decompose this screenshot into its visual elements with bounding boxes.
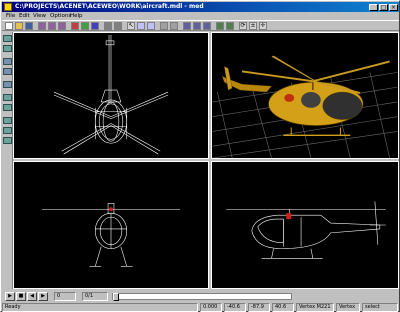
tool-icon-14[interactable] (193, 22, 201, 30)
play-icon[interactable]: ▶ (5, 292, 15, 301)
tool-icon-5[interactable] (81, 22, 89, 30)
app-icon[interactable] (4, 3, 12, 11)
palette-tool-4[interactable] (3, 68, 12, 75)
palette-tool-9[interactable] (3, 127, 12, 134)
left-tool-palette (2, 32, 13, 289)
step-back-icon[interactable]: ◀ (27, 292, 37, 301)
new-file-icon[interactable] (5, 22, 13, 30)
side-rotor-hub (286, 213, 292, 220)
maximize-button[interactable]: □ (379, 4, 388, 11)
side-viewport[interactable] (211, 161, 399, 289)
stop-icon[interactable]: ■ (16, 292, 26, 301)
tool-icon-9[interactable] (137, 22, 145, 30)
menu-bar: File Edit View Options Help (2, 12, 399, 20)
tool-icon-8[interactable] (114, 22, 122, 30)
menu-help[interactable]: Help (70, 12, 83, 20)
frame-total-field[interactable]: 0/1 (82, 292, 108, 301)
minimize-button[interactable]: _ (369, 4, 378, 11)
front-view-wireframe (42, 203, 180, 267)
palette-tool-6[interactable] (3, 94, 12, 101)
palette-tool-8[interactable] (3, 117, 12, 124)
menu-view[interactable]: View (33, 12, 46, 20)
palette-tool-2[interactable] (3, 45, 12, 52)
select-arrow-icon[interactable]: ↖ (127, 22, 135, 30)
tool-icon-16[interactable] (216, 22, 224, 30)
close-button[interactable]: × (389, 4, 398, 11)
status-coord-4: 40.6 (272, 303, 294, 312)
step-forward-icon[interactable]: ▶ (38, 292, 48, 301)
tool-icon-6[interactable] (91, 22, 99, 30)
palette-tool-10[interactable] (3, 137, 12, 144)
palette-tool-3[interactable] (3, 58, 12, 65)
tool-icon-1[interactable] (38, 22, 46, 30)
palette-tool-5[interactable] (3, 81, 12, 88)
status-coord-1: 0.000 (200, 303, 222, 312)
status-coord-2: -40.6 (224, 303, 246, 312)
zoom-icon[interactable]: ± (249, 22, 257, 30)
playback-bar: ▶ ■ ◀ ▶ 0 0/1 (2, 292, 399, 302)
menu-file[interactable]: File (6, 12, 15, 20)
title-bar[interactable]: C:\PROJECTS\ACENET\ACEWEO\WORK\aircraft.… (2, 2, 399, 12)
app-window: C:\PROJECTS\ACENET\ACEWEO\WORK\aircraft.… (0, 0, 400, 312)
rotate-icon[interactable]: ⟳ (239, 22, 247, 30)
front-viewport[interactable] (13, 161, 209, 289)
viewport-area (13, 32, 399, 289)
tool-icon-3[interactable] (58, 22, 66, 30)
status-selection: select (362, 303, 398, 312)
menu-options[interactable]: Options (50, 12, 71, 20)
front-rotor-hub (109, 207, 113, 212)
frame-slider[interactable] (112, 293, 292, 301)
perspective-viewport[interactable] (211, 32, 399, 159)
side-view-wireframe (226, 201, 386, 259)
window-title: C:\PROJECTS\ACENET\ACEWEO\WORK\aircraft.… (15, 3, 204, 10)
status-bar: Ready 0.000 -40.6 -87.9 40.6 Vertex M221… (2, 303, 399, 312)
open-folder-icon[interactable] (15, 22, 23, 30)
save-icon[interactable] (25, 22, 33, 30)
tool-icon-10[interactable] (147, 22, 155, 30)
toolbar: ↖ ⟳ ± ✛ (2, 20, 399, 31)
menu-edit[interactable]: Edit (19, 12, 30, 20)
tool-icon-13[interactable] (183, 22, 191, 30)
status-coord-3: -87.9 (248, 303, 270, 312)
tool-icon-4[interactable] (71, 22, 79, 30)
top-viewport[interactable] (13, 32, 209, 159)
palette-tool-7[interactable] (3, 104, 12, 111)
perspective-view-render (212, 55, 398, 158)
frame-slider-thumb[interactable] (113, 293, 119, 301)
tool-icon-15[interactable] (203, 22, 211, 30)
tool-icon-7[interactable] (104, 22, 112, 30)
tool-icon-2[interactable] (48, 22, 56, 30)
frame-field[interactable]: 0 (54, 292, 76, 301)
status-vertex-count: Vertex M221 (296, 303, 334, 312)
palette-tool-1[interactable] (3, 35, 12, 42)
status-mode: Vertex (336, 303, 360, 312)
top-view-wireframe (53, 34, 169, 155)
move-icon[interactable]: ✛ (259, 22, 267, 30)
status-ready: Ready (2, 303, 198, 312)
tool-icon-12[interactable] (170, 22, 178, 30)
tool-icon-17[interactable] (226, 22, 234, 30)
tool-icon-11[interactable] (160, 22, 168, 30)
